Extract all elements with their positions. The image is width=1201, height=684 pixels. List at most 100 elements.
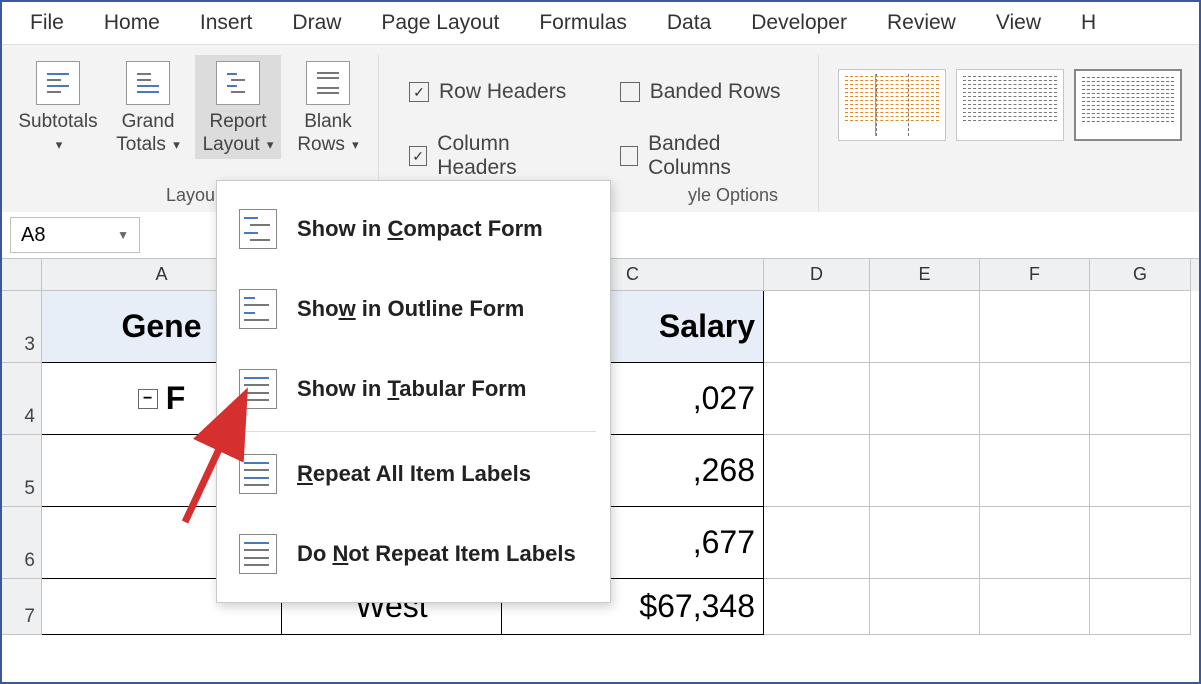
menu-data[interactable]: Data bbox=[647, 5, 731, 41]
cell-d6[interactable] bbox=[764, 507, 870, 579]
menu-draw[interactable]: Draw bbox=[272, 5, 361, 41]
cell-c6-text: ,677 bbox=[693, 524, 755, 561]
blank-rows-icon bbox=[306, 61, 350, 105]
outline-form-icon bbox=[239, 289, 277, 329]
pivot-style-thumb-2[interactable] bbox=[956, 69, 1064, 141]
banded-rows-checkbox[interactable]: Banded Rows bbox=[620, 75, 794, 109]
grand-totals-label-2: Totals bbox=[116, 134, 166, 155]
cell-e4[interactable] bbox=[870, 363, 980, 435]
menu-separator bbox=[231, 431, 596, 432]
cell-f3[interactable] bbox=[980, 291, 1090, 363]
do-not-repeat-item-labels-item[interactable]: Do Not Repeat Item Labels bbox=[217, 514, 610, 594]
cell-e5[interactable] bbox=[870, 435, 980, 507]
checkbox-checked-icon: ✓ bbox=[409, 82, 429, 102]
grand-totals-button[interactable]: GrandTotals ▾ bbox=[105, 55, 191, 159]
cell-f5[interactable] bbox=[980, 435, 1090, 507]
menu-view[interactable]: View bbox=[976, 5, 1061, 41]
row-headers-label: Row Headers bbox=[439, 80, 566, 104]
select-all-corner[interactable] bbox=[2, 259, 42, 291]
menu-insert[interactable]: Insert bbox=[180, 5, 273, 41]
show-tabular-form-item[interactable]: Show in Tabular Form bbox=[217, 349, 610, 429]
group-layout-label: Layou bbox=[166, 185, 215, 206]
pivot-style-thumb-3[interactable] bbox=[1074, 69, 1182, 141]
show-outline-form-item[interactable]: Show in Outline Form bbox=[217, 269, 610, 349]
blank-rows-label-2: Rows bbox=[297, 134, 345, 155]
subtotals-icon bbox=[36, 61, 80, 105]
cell-g6[interactable] bbox=[1090, 507, 1191, 579]
ribbon-group-pivot-styles bbox=[818, 55, 1193, 212]
cell-d7[interactable] bbox=[764, 579, 870, 635]
menubar: File Home Insert Draw Page Layout Formul… bbox=[2, 2, 1199, 44]
col-header-g[interactable]: G bbox=[1090, 259, 1191, 291]
name-box[interactable]: A8 ▼ bbox=[10, 217, 140, 253]
banded-rows-label: Banded Rows bbox=[650, 80, 781, 104]
cell-a3-text: Gene bbox=[121, 308, 201, 345]
repeat-labels-icon bbox=[239, 454, 277, 494]
chevron-down-icon: ▾ bbox=[352, 137, 359, 153]
checkbox-unchecked-icon bbox=[620, 146, 638, 166]
collapse-toggle-icon[interactable]: − bbox=[138, 389, 158, 409]
cell-f6[interactable] bbox=[980, 507, 1090, 579]
cell-c4-text: ,027 bbox=[693, 380, 755, 417]
repeat-item-labels-item[interactable]: Repeat All Item Labels bbox=[217, 434, 610, 514]
row-header-3[interactable]: 3 bbox=[2, 291, 42, 363]
banded-columns-checkbox[interactable]: Banded Columns bbox=[620, 127, 794, 185]
repeat-item-labels-label: Repeat All Item Labels bbox=[297, 461, 531, 487]
cell-d5[interactable] bbox=[764, 435, 870, 507]
menu-developer[interactable]: Developer bbox=[731, 5, 867, 41]
menu-formulas[interactable]: Formulas bbox=[519, 5, 647, 41]
cell-g4[interactable] bbox=[1090, 363, 1191, 435]
row-header-5[interactable]: 5 bbox=[2, 435, 42, 507]
cell-g3[interactable] bbox=[1090, 291, 1191, 363]
menu-review[interactable]: Review bbox=[867, 5, 976, 41]
cell-g7[interactable] bbox=[1090, 579, 1191, 635]
chevron-down-icon: ▾ bbox=[173, 137, 180, 153]
do-not-repeat-item-labels-label: Do Not Repeat Item Labels bbox=[297, 541, 576, 567]
row-header-4[interactable]: 4 bbox=[2, 363, 42, 435]
cell-f4[interactable] bbox=[980, 363, 1090, 435]
cell-g5[interactable] bbox=[1090, 435, 1191, 507]
report-layout-dropdown: Show in Compact Form Show in Outline For… bbox=[216, 180, 611, 603]
column-headers-checkbox[interactable]: ✓ Column Headers bbox=[409, 127, 580, 185]
menu-help-partial[interactable]: H bbox=[1061, 5, 1116, 41]
col-header-d[interactable]: D bbox=[764, 259, 870, 291]
checkbox-checked-icon: ✓ bbox=[409, 146, 427, 166]
chevron-down-icon: ▼ bbox=[117, 228, 129, 242]
cell-f7[interactable] bbox=[980, 579, 1090, 635]
menu-file[interactable]: File bbox=[10, 5, 84, 41]
row-headers-checkbox[interactable]: ✓ Row Headers bbox=[409, 75, 580, 109]
row-header-6[interactable]: 6 bbox=[2, 507, 42, 579]
compact-form-icon bbox=[239, 209, 277, 249]
row-header-7[interactable]: 7 bbox=[2, 579, 42, 635]
tabular-form-icon bbox=[239, 369, 277, 409]
menu-page-layout[interactable]: Page Layout bbox=[361, 5, 519, 41]
subtotals-button[interactable]: Subtotals▾ bbox=[15, 55, 101, 159]
column-headers-label: Column Headers bbox=[437, 132, 579, 180]
show-compact-form-item[interactable]: Show in Compact Form bbox=[217, 189, 610, 269]
pivot-style-thumb-1[interactable] bbox=[838, 69, 946, 141]
no-repeat-labels-icon bbox=[239, 534, 277, 574]
cell-c3-text: Salary bbox=[659, 308, 755, 345]
col-header-f[interactable]: F bbox=[980, 259, 1090, 291]
cell-e3[interactable] bbox=[870, 291, 980, 363]
grand-totals-icon bbox=[126, 61, 170, 105]
cell-d3[interactable] bbox=[764, 291, 870, 363]
report-layout-icon bbox=[216, 61, 260, 105]
group-style-options-label: yle Options bbox=[688, 185, 778, 206]
blank-rows-label-1: Blank bbox=[304, 111, 352, 132]
blank-rows-button[interactable]: BlankRows ▾ bbox=[285, 55, 371, 159]
show-compact-form-label: Show in Compact Form bbox=[297, 216, 543, 242]
report-layout-button[interactable]: ReportLayout ▾ bbox=[195, 55, 281, 159]
grand-totals-label-1: Grand bbox=[122, 111, 175, 132]
col-header-e[interactable]: E bbox=[870, 259, 980, 291]
chevron-down-icon: ▾ bbox=[56, 137, 63, 153]
report-layout-label-2: Layout bbox=[203, 134, 260, 155]
menu-home[interactable]: Home bbox=[84, 5, 180, 41]
cell-d4[interactable] bbox=[764, 363, 870, 435]
cell-e6[interactable] bbox=[870, 507, 980, 579]
cell-c5-text: ,268 bbox=[693, 452, 755, 489]
cell-e7[interactable] bbox=[870, 579, 980, 635]
checkbox-unchecked-icon bbox=[620, 82, 640, 102]
show-tabular-form-label: Show in Tabular Form bbox=[297, 376, 526, 402]
banded-columns-label: Banded Columns bbox=[648, 132, 794, 180]
